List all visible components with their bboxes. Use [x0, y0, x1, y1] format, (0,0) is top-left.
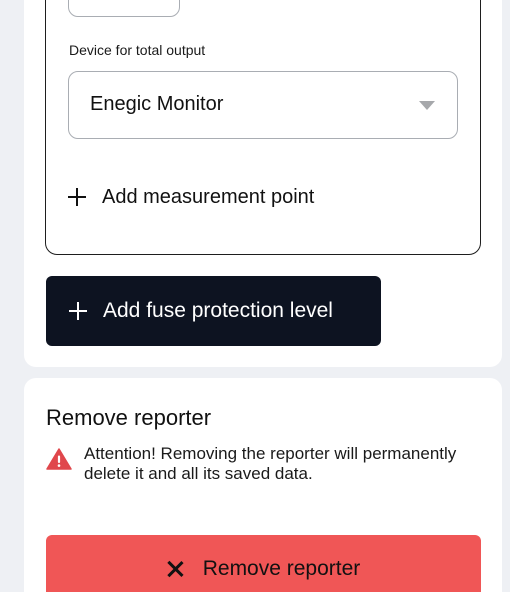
- add-measurement-point-label: Add measurement point: [102, 185, 315, 208]
- remove-reporter-button[interactable]: Remove reporter: [46, 535, 481, 592]
- total-output-device-label: Device for total output: [69, 42, 206, 58]
- close-icon: [167, 561, 183, 577]
- chevron-down-icon: [419, 101, 435, 110]
- settings-viewport: Device for total output Enegic Monitor A…: [0, 0, 510, 592]
- total-output-device-select[interactable]: Enegic Monitor: [68, 71, 458, 139]
- plus-icon: [68, 188, 86, 206]
- numeric-input-field[interactable]: [68, 0, 180, 17]
- add-measurement-point-button[interactable]: Add measurement point: [68, 182, 314, 212]
- remove-warning-text: Attention! Removing the reporter will pe…: [84, 444, 457, 483]
- warning-triangle-icon: [46, 448, 72, 470]
- add-fuse-protection-level-button[interactable]: Add fuse protection level: [46, 276, 381, 346]
- plus-icon: [69, 302, 87, 320]
- add-fuse-protection-level-label: Add fuse protection level: [103, 299, 333, 322]
- remove-reporter-title: Remove reporter: [46, 405, 212, 430]
- selected-device-value: Enegic Monitor: [90, 93, 224, 115]
- remove-reporter-button-label: Remove reporter: [202, 557, 361, 580]
